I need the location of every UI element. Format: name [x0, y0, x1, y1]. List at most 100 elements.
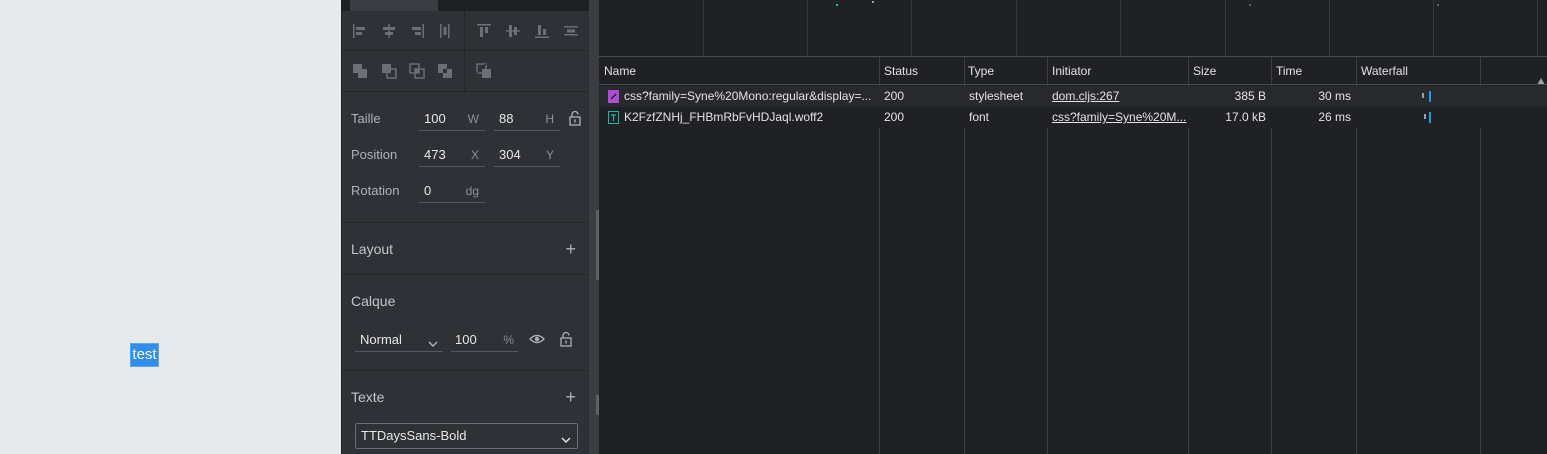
- x-input[interactable]: 473 X: [419, 143, 485, 167]
- height-value: 88: [499, 111, 514, 126]
- font-family-value: TTDaysSans-Bold: [361, 428, 467, 443]
- toolbar-divider: [464, 11, 465, 91]
- align-right-icon[interactable]: [407, 21, 427, 41]
- visibility-eye-icon[interactable]: [529, 332, 545, 346]
- boolean-union-icon[interactable]: [350, 61, 370, 81]
- request-initiator-link[interactable]: css?family=Syne%20M...: [1047, 107, 1188, 128]
- boolean-toolbar: [342, 51, 590, 91]
- align-v-center-icon[interactable]: [503, 21, 523, 41]
- layer-title: Calque: [351, 293, 396, 309]
- panel-tab-active[interactable]: [350, 0, 438, 11]
- column-header-waterfall[interactable]: Waterfall: [1356, 57, 1547, 85]
- request-time: 26 ms: [1318, 110, 1351, 124]
- timeline-gridline: [1016, 0, 1017, 56]
- boolean-difference-icon[interactable]: [379, 61, 399, 81]
- height-input[interactable]: 88 H: [494, 107, 560, 131]
- blend-mode-select[interactable]: Normal: [355, 328, 443, 352]
- timeline-request-mark: [1249, 4, 1251, 6]
- timeline-gridline: [1329, 0, 1330, 56]
- align-bottom-icon[interactable]: [532, 21, 552, 41]
- flatten-icon[interactable]: [474, 61, 494, 81]
- opacity-unit: %: [503, 333, 514, 347]
- layer-lock-icon[interactable]: [559, 331, 573, 347]
- timeline-gridline: [703, 0, 704, 56]
- waterfall-wait-bar: [1424, 114, 1426, 119]
- network-overview-timeline[interactable]: [599, 0, 1547, 57]
- width-input[interactable]: 100 W: [419, 107, 485, 131]
- design-panel: Taille 100 W 88 H Position 473 X 304 Y R…: [341, 0, 590, 454]
- request-time: 30 ms: [1318, 89, 1351, 103]
- request-name[interactable]: K2FzfZNHj_FHBmRbFvHDJaql.woff2: [619, 107, 879, 128]
- layer-section: Calque: [342, 275, 590, 371]
- measures-section: Taille 100 W 88 H Position 473 X 304 Y R…: [342, 91, 590, 223]
- waterfall-label: Waterfall: [1361, 64, 1408, 78]
- waterfall-download-bar: [1429, 91, 1431, 102]
- y-input[interactable]: 304 Y: [494, 143, 560, 167]
- opacity-input[interactable]: 100 %: [451, 328, 518, 352]
- opacity-value: 100: [455, 332, 477, 347]
- column-header-type[interactable]: Type: [963, 57, 1047, 85]
- align-top-icon[interactable]: [474, 21, 494, 41]
- panel-tab-bar: [342, 0, 590, 11]
- boolean-intersection-icon[interactable]: [407, 61, 427, 81]
- chevron-down-icon: [427, 334, 439, 347]
- request-size: 17.0 kB: [1225, 110, 1266, 124]
- column-header-time[interactable]: Time: [1271, 57, 1356, 85]
- timeline-gridline: [1433, 0, 1434, 56]
- y-unit: Y: [545, 148, 554, 162]
- request-status: 200: [884, 110, 905, 124]
- timeline-request-mark: [872, 1, 874, 3]
- text-title: Texte: [351, 389, 385, 405]
- boolean-exclude-icon[interactable]: [435, 61, 455, 81]
- timeline-gridline: [1120, 0, 1121, 56]
- column-header-status[interactable]: Status: [879, 57, 965, 85]
- add-text-button[interactable]: +: [565, 388, 576, 406]
- table-row[interactable]: K2FzfZNHj_FHBmRbFvHDJaql.woff2 200 font …: [599, 107, 1547, 128]
- align-h-center-icon[interactable]: [379, 21, 399, 41]
- request-status: 200: [884, 89, 905, 103]
- y-value: 304: [499, 147, 521, 162]
- width-unit: W: [467, 112, 479, 126]
- layout-title: Layout: [351, 241, 394, 257]
- rotation-unit: dg: [465, 184, 479, 198]
- table-row[interactable]: css?family=Syne%20Mono:regular&display=.…: [599, 86, 1547, 107]
- align-left-icon[interactable]: [350, 21, 370, 41]
- network-table-header: Name Status Type Initiator Size Time Wat…: [599, 57, 1547, 85]
- timeline-gridline: [807, 0, 808, 56]
- timeline-gridline: [1537, 0, 1538, 56]
- chevron-down-icon: [560, 430, 572, 443]
- waterfall-wait-bar: [1422, 93, 1424, 98]
- rotation-input[interactable]: 0 dg: [419, 179, 485, 203]
- column-header-initiator[interactable]: Initiator: [1047, 57, 1188, 85]
- layout-section: Layout +: [342, 223, 590, 275]
- column-header-size[interactable]: Size: [1188, 57, 1271, 85]
- add-layout-button[interactable]: +: [565, 240, 576, 258]
- position-label: Position: [351, 147, 398, 162]
- request-type: font: [969, 110, 990, 124]
- font-family-select[interactable]: TTDaysSans-Bold: [355, 423, 578, 449]
- request-type: stylesheet: [969, 89, 1024, 103]
- timeline-request-mark: [836, 4, 838, 6]
- distribute-vertical-icon[interactable]: [561, 21, 581, 41]
- alignment-toolbar: [342, 11, 590, 51]
- x-value: 473: [424, 147, 446, 162]
- rotation-label: Rotation: [351, 183, 400, 198]
- size-label: Taille: [351, 111, 381, 126]
- request-size: 385 B: [1234, 89, 1266, 103]
- distribute-horizontal-icon[interactable]: [435, 21, 455, 41]
- timeline-request-mark: [1437, 4, 1439, 6]
- request-name[interactable]: css?family=Syne%20Mono:regular&display=.…: [619, 86, 879, 107]
- timeline-gridline: [1225, 0, 1226, 56]
- proportion-lock-icon[interactable]: [568, 110, 582, 126]
- timeline-gridline: [911, 0, 912, 56]
- rotation-value: 0: [424, 183, 432, 198]
- request-initiator-link[interactable]: dom.cljs:267: [1047, 86, 1188, 107]
- selected-text-layer[interactable]: test: [130, 343, 159, 367]
- stylesheet-file-icon: [608, 90, 619, 103]
- font-file-icon: [608, 111, 619, 124]
- column-header-name[interactable]: Name: [599, 57, 879, 85]
- sort-ascending-icon[interactable]: [1537, 67, 1545, 84]
- design-canvas[interactable]: test: [0, 0, 341, 454]
- network-panel: Name Status Type Initiator Size Time Wat…: [599, 0, 1547, 454]
- waterfall-download-bar: [1429, 112, 1431, 123]
